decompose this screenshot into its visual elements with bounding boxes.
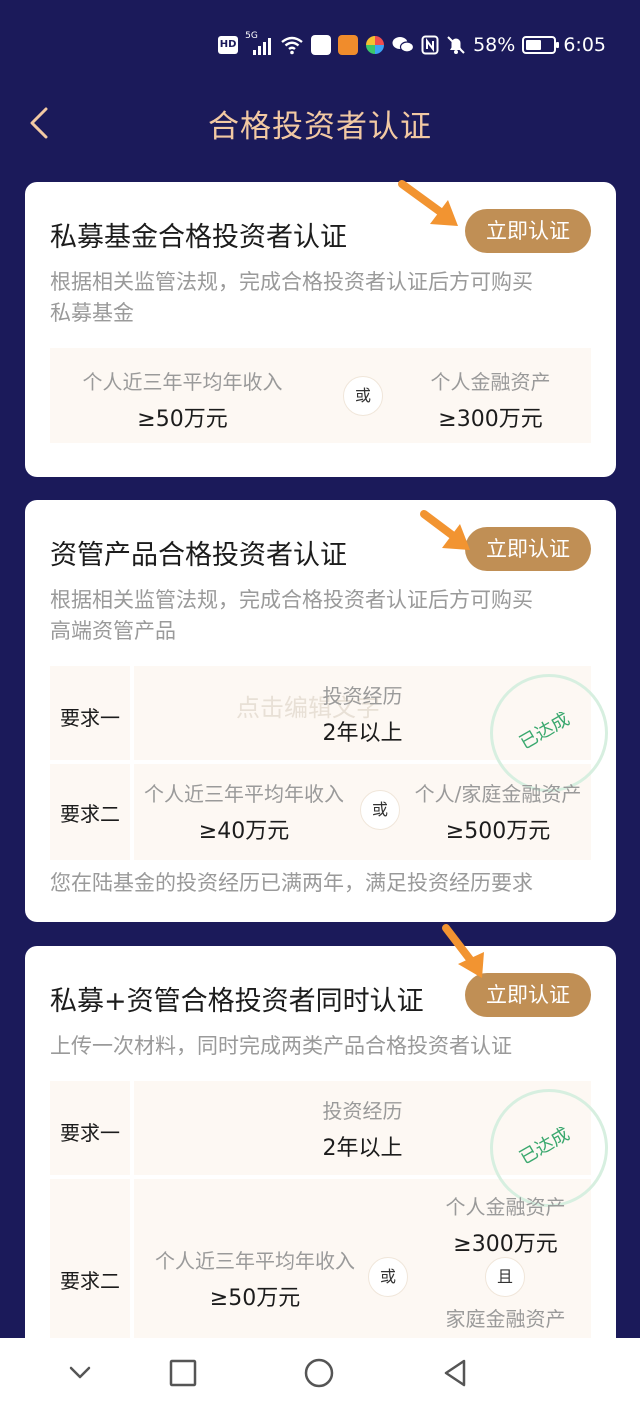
requirement-two-label: 要求二 [60,802,120,826]
arrow-annotation-icon [442,924,484,978]
battery-percentage: 58% [473,34,516,56]
requirement-two-label: 要求二 [60,1269,120,1293]
requirement-box: 个人近三年平均年收入 ≥50万元 或 个人金融资产 ≥300万元 [50,348,591,443]
asset-label: 个人金融资产 [430,370,551,394]
income-value: ≥50万元 [209,1286,301,1311]
card-title: 私募+资管合格投资者同时认证 [50,986,424,1017]
card-title: 私募基金合格投资者认证 [50,222,347,253]
asset-label: 个人金融资产 [445,1195,566,1219]
recent-apps-square-icon[interactable] [166,1356,200,1390]
requirement-box: 要求一 点击编辑文字 投资经历 2年以上 已达成 要求二 个人近三年平均年收入 … [50,666,608,860]
page-title: 合格投资者认证 [208,109,432,145]
requirement-box: 要求一 投资经历 2年以上 已达成 要求二 个人近三年平均年收入 ≥50万元 或… [50,1081,608,1366]
income-value: ≥40万元 [198,819,290,844]
card-title: 资管产品合格投资者认证 [50,540,347,571]
wechat-icon [392,37,415,53]
income-label: 个人近三年平均年收入 [144,782,344,806]
certify-now-button[interactable]: 立即认证 [465,209,591,253]
requirement-one-label: 要求一 [60,706,120,730]
card-description: 根据相关监管法规，完成合格投资者认证后方可购买 高端资管产品 [50,588,533,643]
combined-certification-card: 私募+资管合格投资者同时认证 立即认证 上传一次材料，同时完成两类产品合格投资者… [25,946,616,1366]
and-badge: 且 [485,1257,525,1297]
income-label: 个人近三年平均年收入 [82,370,283,394]
chevron-down-icon[interactable] [63,1356,97,1390]
browser-app-icon [366,36,385,54]
app-header: 合格投资者认证 [0,95,640,155]
back-triangle-icon[interactable] [438,1356,472,1390]
card-description: 根据相关监管法规，完成合格投资者认证后方可购买 私募基金 [50,270,533,325]
status-bar: HD 5G 58% 6:05 [0,0,640,95]
asset-value: ≥500万元 [445,819,551,844]
video-app-icon [338,35,359,55]
signal-5g-icon: 5G [245,31,273,55]
family-asset-label: 家庭金融资产 [445,1307,566,1331]
private-fund-card: 私募基金合格投资者认证 立即认证 根据相关监管法规，完成合格投资者认证后方可购买… [25,182,616,477]
home-circle-icon[interactable] [302,1356,336,1390]
system-nav-bar [0,1338,640,1408]
wifi-icon [281,36,303,55]
huawei-app-icon [311,35,332,55]
experience-note: 您在陆基金的投资经历已满两年，满足投资经历要求 [50,871,533,895]
achieved-stamp: 已达成 [490,1089,608,1207]
requirement-one-label: 要求一 [60,1121,120,1145]
asset-value: ≥300万元 [438,407,543,432]
income-value: ≥50万元 [137,407,228,432]
bell-muted-icon [447,36,465,54]
or-badge: 或 [368,1257,408,1297]
or-badge: 或 [360,790,400,830]
asset-label: 个人/家庭金融资产 [414,782,582,806]
asset-value: ≥300万元 [453,1232,558,1257]
clock-time: 6:05 [563,34,606,56]
asset-management-card: 资管产品合格投资者认证 立即认证 根据相关监管法规，完成合格投资者认证后方可购买… [25,500,616,922]
hd-icon: HD [218,36,239,54]
nfc-icon [421,35,439,55]
income-label: 个人近三年平均年收入 [155,1249,355,1273]
arrow-annotation-icon [398,180,458,226]
arrow-annotation-icon [420,510,470,550]
battery-icon [522,36,560,54]
achieved-stamp: 已达成 [490,674,608,792]
card-description: 上传一次材料，同时完成两类产品合格投资者认证 [50,1034,512,1058]
or-badge: 或 [343,376,383,416]
